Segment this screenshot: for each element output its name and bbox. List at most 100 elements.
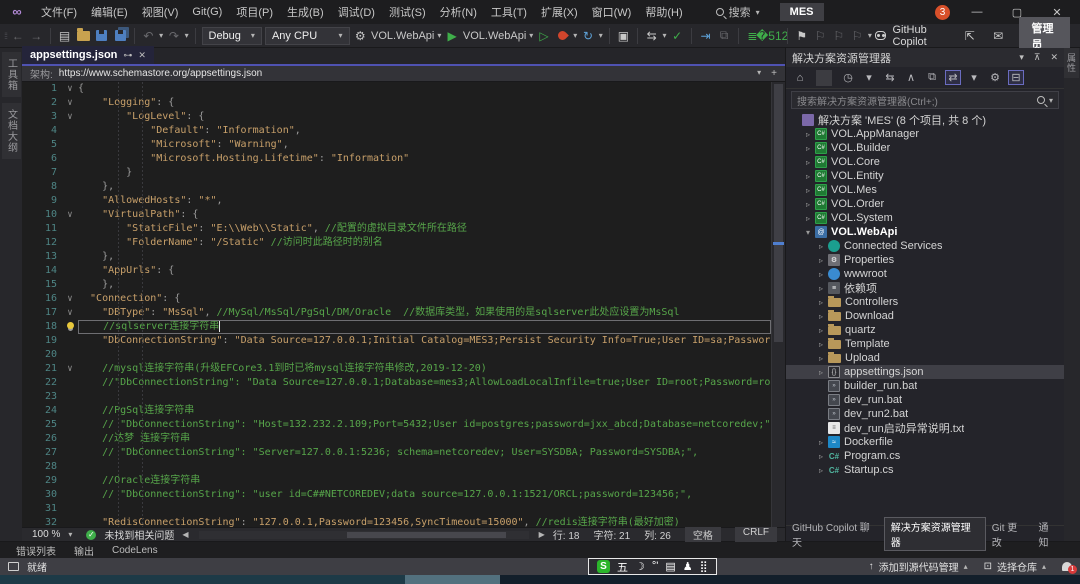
eol-mode-button[interactable]: CRLF xyxy=(735,527,777,542)
expander-collapsed-icon[interactable]: ▹ xyxy=(816,312,826,321)
zoom-dropdown[interactable]: 100 %▾ xyxy=(26,529,78,540)
schema-url[interactable]: https://www.schemastore.org/appsettings.… xyxy=(59,68,262,79)
expander-collapsed-icon[interactable]: ▹ xyxy=(803,186,813,195)
code-line[interactable]: 7} xyxy=(22,166,771,180)
expander-collapsed-icon[interactable]: ▹ xyxy=(816,354,826,363)
vertical-scrollbar[interactable] xyxy=(771,82,785,527)
tree-item[interactable]: ▹Connected Services xyxy=(786,239,1064,253)
expander-collapsed-icon[interactable]: ▹ xyxy=(816,326,826,335)
expander-collapsed-icon[interactable]: ▹ xyxy=(816,284,826,293)
tree-item[interactable]: ▹C#VOL.Core xyxy=(786,155,1064,169)
close-panel-icon[interactable]: ✕ xyxy=(1050,52,1058,63)
pin-panel-icon[interactable]: ⊼ xyxy=(1034,52,1041,63)
code-line[interactable]: 17∨"DBType": "MsSql", //MySql/MsSql/PgSq… xyxy=(22,306,771,320)
tree-item[interactable]: ▹Download xyxy=(786,309,1064,323)
ime-tool-icon[interactable]: ⣿ xyxy=(700,560,708,573)
tree-item[interactable]: ▹C#VOL.Entity xyxy=(786,169,1064,183)
spell-check-icon[interactable]: ✓ xyxy=(669,27,684,45)
menu-item[interactable]: 文件(F) xyxy=(34,2,84,22)
tree-item[interactable]: 解决方案 'MES' (8 个项目, 共 8 个) xyxy=(786,113,1064,127)
code-line[interactable]: 32"RedisConnectionString": "127.0.0.1,Pa… xyxy=(22,516,771,527)
tree-item[interactable]: ▹Upload xyxy=(786,351,1064,365)
tree-item[interactable]: ▹≡依赖项 xyxy=(786,281,1064,295)
code-line[interactable]: 19"DbConnectionString": "Data Source=127… xyxy=(22,334,771,348)
tree-item[interactable]: ▹C#Program.cs xyxy=(786,449,1064,463)
tree-item[interactable]: ▹⚙Properties xyxy=(786,253,1064,267)
code-line[interactable]: 15}, xyxy=(22,278,771,292)
tree-item[interactable]: ▹C#VOL.System xyxy=(786,211,1064,225)
tree-item[interactable]: ▹Template xyxy=(786,337,1064,351)
expander-collapsed-icon[interactable]: ▹ xyxy=(816,256,826,265)
undo-icon[interactable]: ↶ xyxy=(141,27,156,45)
tree-item[interactable]: ▹C#VOL.Mes xyxy=(786,183,1064,197)
ime-logo-icon[interactable]: S xyxy=(597,560,610,573)
indent-mode-button[interactable]: 空格 xyxy=(685,527,721,542)
share-icon[interactable]: ⇱ xyxy=(963,27,977,45)
pending-changes-filter-icon[interactable]: ◷ xyxy=(840,71,856,84)
sync-icon[interactable]: ⇆ xyxy=(882,71,898,84)
menu-item[interactable]: Git(G) xyxy=(185,4,229,20)
code-line[interactable]: 2∨"Logging": { xyxy=(22,96,771,110)
panel-tab[interactable]: 解决方案资源管理器 xyxy=(884,517,986,551)
notifications-bell-icon[interactable]: 1 xyxy=(1062,562,1072,571)
panel-tab[interactable]: 错误列表 xyxy=(8,542,64,559)
split-window-icon[interactable]: + xyxy=(771,68,777,79)
start-without-debug-icon[interactable]: ▷ xyxy=(536,27,551,45)
expander-collapsed-icon[interactable]: ▹ xyxy=(803,172,813,181)
horizontal-scrollbar[interactable] xyxy=(199,531,529,539)
properties-page-icon[interactable]: ⧉ xyxy=(924,71,940,84)
menu-item[interactable]: 扩展(X) xyxy=(534,2,585,22)
save-all-icon[interactable] xyxy=(112,27,127,45)
tree-item[interactable]: ▹wwwroot xyxy=(786,267,1064,281)
run-script2-icon[interactable]: �512 xyxy=(763,27,781,45)
bookmark-icon[interactable]: ⚑ xyxy=(794,27,809,45)
side-tab[interactable]: 文档大纲 xyxy=(2,103,21,159)
code-line[interactable]: 3∨"LogLevel": { xyxy=(22,110,771,124)
ime-tool-icon[interactable]: °' xyxy=(652,560,659,573)
new-project-icon[interactable]: ▤ xyxy=(57,27,72,45)
code-line[interactable]: 5"Microsoft": "Warning", xyxy=(22,138,771,152)
collapse-all-icon[interactable]: ∧ xyxy=(903,71,919,84)
tree-item[interactable]: ▹C#VOL.Order xyxy=(786,197,1064,211)
expander-collapsed-icon[interactable]: ▹ xyxy=(803,200,813,209)
tree-item[interactable]: ▹C#Startup.cs xyxy=(786,463,1064,477)
tab-appsettings-json[interactable]: appsettings.json ⊶ ✕ xyxy=(22,46,154,64)
run-target-dropdown[interactable]: VOL.WebApi xyxy=(463,30,526,42)
code-line[interactable]: 29//Oracle连接字符串 xyxy=(22,474,771,488)
code-line[interactable]: 27// "DbConnectionString": "Server=127.0… xyxy=(22,446,771,460)
code-line[interactable]: 4"Default": "Information", xyxy=(22,124,771,138)
code-line[interactable]: 18//sqlserver连接字符串 xyxy=(22,320,771,334)
menu-item[interactable]: 调试(D) xyxy=(331,2,382,22)
startup-project-dropdown[interactable]: VOL.WebApi xyxy=(371,30,434,42)
refresh-icon[interactable]: ↻ xyxy=(580,27,595,45)
open-file-icon[interactable] xyxy=(75,27,90,45)
code-line[interactable]: 22//"DbConnectionString": "Data Source=1… xyxy=(22,376,771,390)
code-line[interactable]: 24//PgSql连接字符串 xyxy=(22,404,771,418)
ime-mode[interactable]: 五 xyxy=(617,559,628,575)
menu-item[interactable]: 测试(S) xyxy=(382,2,433,22)
fold-chevron-icon[interactable]: ∨ xyxy=(62,208,78,222)
fold-chevron-icon[interactable]: ∨ xyxy=(62,292,78,306)
github-copilot-button[interactable]: GitHub Copilot xyxy=(875,24,949,48)
expander-expanded-icon[interactable]: ▾ xyxy=(803,228,813,237)
schema-dropdown-icon[interactable]: ▾ xyxy=(757,68,761,79)
fold-chevron-icon[interactable]: ∨ xyxy=(62,96,78,110)
solution-platform-dropdown[interactable]: Any CPU▾ xyxy=(265,27,350,45)
code-line[interactable]: 21∨//mysql连接字符串(升级EFCore3.1到时已将mysql连接字符… xyxy=(22,362,771,376)
prev-bookmark-icon[interactable]: ⚐ xyxy=(812,27,827,45)
expander-collapsed-icon[interactable]: ▹ xyxy=(816,438,826,447)
browser-link-icon[interactable]: ⇆ xyxy=(644,27,659,45)
pin-icon[interactable]: ⊶ xyxy=(123,50,132,61)
tree-item[interactable]: ▹C#VOL.Builder xyxy=(786,141,1064,155)
hot-reload-icon[interactable] xyxy=(555,27,570,45)
sync-with-active-document-icon[interactable]: ⇄ xyxy=(945,70,961,85)
search-box[interactable]: 搜索 ▾ xyxy=(710,2,766,22)
code-editor[interactable]: 1∨{2∨"Logging": {3∨"LogLevel": {4"Defaul… xyxy=(22,82,771,527)
show-all-files-icon[interactable]: ⊟ xyxy=(1008,70,1024,85)
expander-collapsed-icon[interactable]: ▹ xyxy=(803,144,813,153)
code-line[interactable]: 30// "DbConnectionString": "user id=C##N… xyxy=(22,488,771,502)
menu-item[interactable]: 生成(B) xyxy=(280,2,331,22)
close-tab-icon[interactable]: ✕ xyxy=(138,50,146,61)
menu-item[interactable]: 工具(T) xyxy=(484,2,534,22)
code-line[interactable]: 13}, xyxy=(22,250,771,264)
